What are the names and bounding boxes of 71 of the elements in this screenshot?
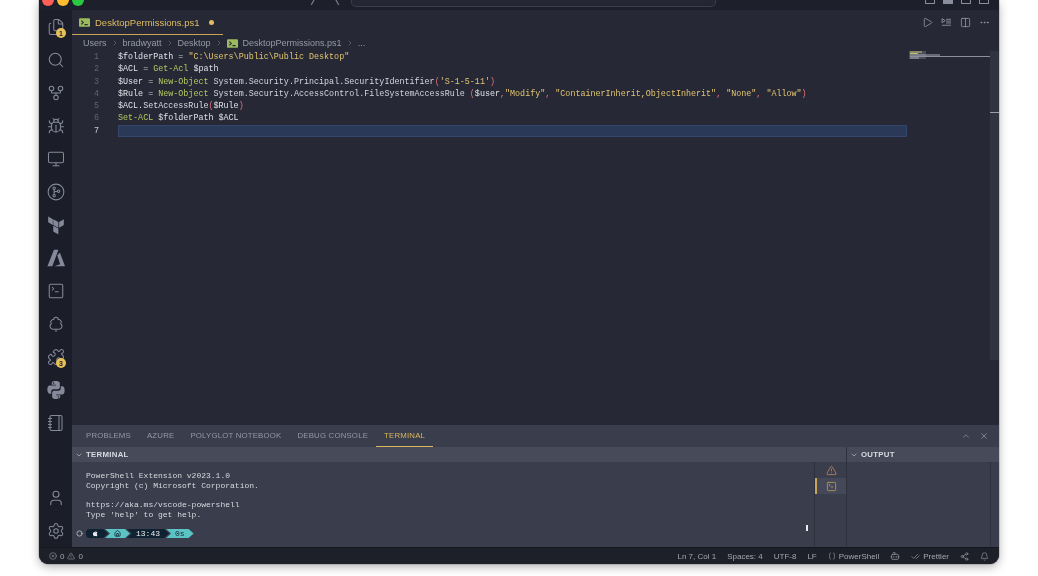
notebook-icon[interactable]: [46, 413, 65, 432]
terminal-line: https://aka.ms/vscode-powershell: [86, 499, 240, 510]
code-line: Set-ACL $folderPath $ACL: [118, 112, 239, 125]
settings-icon[interactable]: [46, 521, 65, 540]
status-item[interactable]: Ln 7, Col 1: [677, 551, 717, 561]
terminal-line: Type 'help' to get help.: [86, 509, 202, 520]
back-icon[interactable]: [310, 0, 316, 5]
forward-icon[interactable]: [334, 0, 340, 5]
close-icon[interactable]: [979, 431, 989, 441]
stacked-blocks-icon[interactable]: [46, 215, 65, 234]
a-logo-icon[interactable]: [46, 248, 65, 267]
line-number: 7: [93, 124, 99, 138]
line-number: 5: [93, 100, 99, 113]
warning-icon: [826, 464, 837, 476]
terminal-file-icon: [226, 38, 238, 48]
branch-icon[interactable]: [46, 83, 65, 102]
bot-icon[interactable]: [890, 551, 901, 561]
terminal-cursor: [806, 525, 808, 531]
breadcrumb-item[interactable]: Desktop: [177, 38, 211, 48]
bell-icon[interactable]: [980, 551, 989, 561]
problems-status[interactable]: 0 0: [49, 551, 83, 561]
split-editor-icon[interactable]: [960, 17, 971, 28]
command-circle-icon: [76, 530, 83, 538]
language-status[interactable]: PowerShell: [827, 551, 880, 561]
branch-circle-icon[interactable]: [46, 182, 65, 201]
error-icon: [49, 552, 57, 560]
run-icon[interactable]: [922, 17, 933, 28]
line-number: 2: [93, 63, 99, 76]
code-line: $folderPath = "C:\Users\Public\Public Desktop": [118, 51, 350, 64]
search-field[interactable]: [351, 0, 716, 7]
code-line: $ACL = Get-Acl $path: [118, 63, 219, 76]
run-selection-icon[interactable]: [941, 17, 952, 28]
scroll-bar[interactable]: [990, 51, 999, 360]
window-zoom-icon[interactable]: [72, 0, 84, 6]
line-number: 4: [93, 87, 99, 101]
home-icon: [114, 530, 121, 538]
prompt-segment: 0s: [166, 529, 194, 539]
breadcrumb-item[interactable]: bradwyatt: [122, 38, 162, 48]
braces-icon: [827, 552, 836, 560]
window-minimize-icon[interactable]: [57, 0, 69, 6]
terminal-tab[interactable]: [815, 478, 846, 494]
warning-icon: [67, 552, 76, 560]
code-line: $ACL.SetAccessRule($Rule): [118, 100, 244, 113]
breadcrumb-item[interactable]: DesktopPermissions.ps1: [226, 38, 342, 48]
bug-icon[interactable]: [46, 116, 65, 135]
terminal-line: Copyright (c) Microsoft Corporation.: [86, 480, 259, 491]
window-close-icon[interactable]: [42, 0, 54, 6]
status-item[interactable]: LF: [807, 551, 817, 561]
prompt-segment: 13:43: [127, 529, 169, 539]
breadcrumb-item[interactable]: ...: [357, 38, 366, 48]
status-item[interactable]: UTF-8: [773, 551, 797, 561]
formatter-status[interactable]: Prettier: [911, 551, 949, 561]
apple-icon: [92, 530, 99, 538]
code-line: $User = New-Object System.Security.Principal.SecurityIdentifier('S-1-5-11'): [118, 75, 495, 88]
line-number: 1: [93, 51, 99, 64]
double-check-icon: [911, 551, 921, 561]
terminal-line: PowerShell Extension v2023.1.0: [86, 471, 231, 481]
puzzle-icon[interactable]: [46, 347, 65, 366]
monitor-icon[interactable]: [46, 149, 65, 168]
share-icon[interactable]: [960, 551, 969, 561]
search-icon[interactable]: [46, 50, 65, 69]
breadcrumb-item[interactable]: Users: [83, 38, 107, 48]
terminal-file-icon: [79, 17, 90, 27]
minimap-drawing[interactable]: [909, 51, 990, 59]
status-item[interactable]: Spaces: 4: [727, 551, 763, 561]
files-icon[interactable]: [46, 17, 65, 36]
tree-icon[interactable]: [46, 314, 65, 333]
terminal-icon: [826, 480, 837, 492]
code-line: $Rule = New-Object System.Security.AccessControl.FileSystemAccessRule ($user,"Modify", "ContainerInherit,ObjectInherit", "None", "Allow"): [118, 87, 807, 101]
snake-logo-icon[interactable]: [46, 380, 65, 399]
terminal-icon[interactable]: [46, 281, 65, 300]
